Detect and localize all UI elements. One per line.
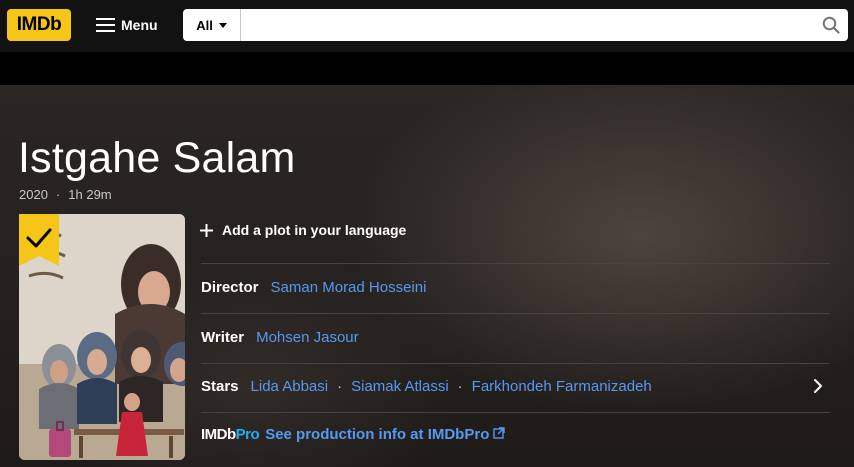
caret-down-icon [218,22,227,28]
search-bar: All [183,9,848,41]
divider [201,313,830,314]
page-title: Istgahe Salam [18,134,296,182]
imdbpro-link[interactable]: See production info at IMDbPro [265,426,489,443]
search-category-dropdown[interactable]: All [183,9,241,41]
imdbpro-logo-main: IMDb [201,426,236,443]
writer-label[interactable]: Writer [201,329,244,346]
chevron-right-icon[interactable] [810,378,826,394]
stars-row: Stars Lida Abbasi · Siamak Atlassi · Far… [201,378,652,395]
external-link-icon [493,426,506,443]
release-year[interactable]: 2020 [19,187,48,202]
search-input[interactable] [241,9,814,41]
imdbpro-row: IMDbPro See production info at IMDbPro [201,426,506,443]
sub-navigation-strip [0,52,854,85]
divider [201,263,830,264]
menu-label: Menu [121,17,158,33]
stars-label[interactable]: Stars [201,378,239,395]
menu-button[interactable]: Menu [96,12,158,38]
search-icon[interactable] [814,9,848,41]
add-plot-button[interactable]: Add a plot in your language [199,222,406,238]
writer-row: Writer Mohsen Jasour [201,329,359,346]
star-link[interactable]: Lida Abbasi [251,378,329,395]
imdbpro-logo: IMDbPro [201,426,260,443]
plus-icon [200,223,213,237]
writer-link[interactable]: Mohsen Jasour [256,329,359,346]
title-meta: 2020 · 1h 29m [19,187,112,202]
divider [201,412,830,413]
imdbpro-logo-pro: Pro [235,426,260,443]
star-link[interactable]: Siamak Atlassi [351,378,449,395]
star-separator: · [337,378,343,395]
director-label[interactable]: Director [201,279,259,296]
top-navigation-bar: IMDb Menu All [0,0,854,52]
search-category-label: All [196,17,213,33]
watchlist-check-ribbon-icon[interactable] [19,214,59,266]
hamburger-icon [96,18,115,32]
director-row: Director Saman Morad Hosseini [201,279,426,296]
imdb-logo[interactable]: IMDb [7,9,71,41]
star-separator: · [457,378,463,395]
director-link[interactable]: Saman Morad Hosseini [271,279,427,296]
divider [201,363,830,364]
runtime: 1h 29m [68,187,112,202]
add-plot-label: Add a plot in your language [222,222,407,238]
star-link[interactable]: Farkhondeh Farmanizadeh [472,378,652,395]
meta-separator: · [55,187,61,202]
